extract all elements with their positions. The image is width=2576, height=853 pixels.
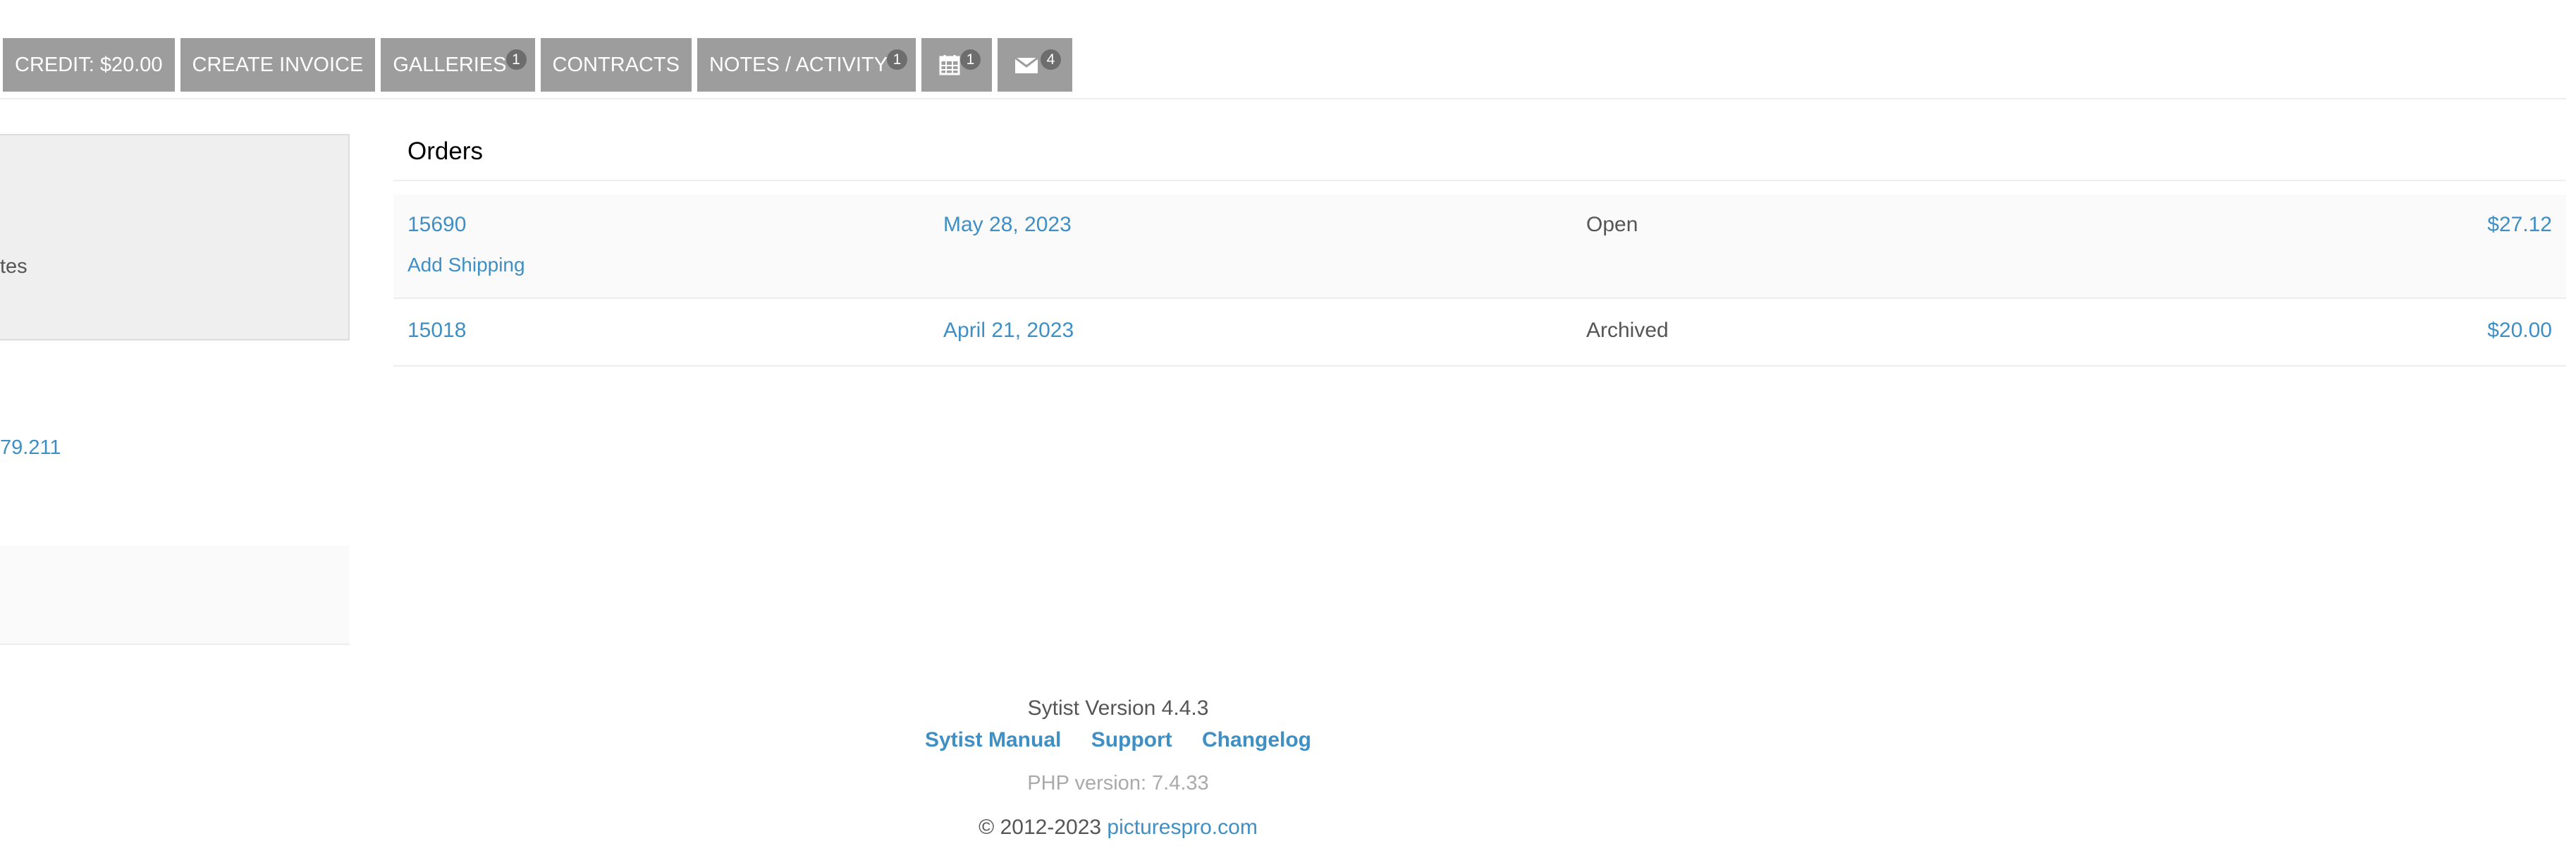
sidebar-panel	[0, 134, 350, 340]
galleries-label: GALLERIES	[393, 53, 507, 76]
order-total-link[interactable]: $20.00	[2487, 319, 2552, 343]
sidebar-panel-text: tes	[0, 255, 27, 278]
mail-icon	[1014, 56, 1038, 73]
order-date-link[interactable]: April 21, 2023	[943, 319, 1074, 343]
orders-heading: Orders	[407, 137, 483, 165]
order-status: Archived	[1586, 319, 1669, 342]
order-id-link[interactable]: 15690	[407, 213, 466, 237]
notes-activity-label: NOTES / ACTIVITY	[709, 53, 888, 76]
mail-count-badge: 4	[1040, 49, 1061, 70]
order-row: 15690 May 28, 2023 Open $27.12 Add Shipp…	[393, 195, 2566, 299]
notes-activity-button[interactable]: NOTES / ACTIVITY 1	[697, 38, 916, 92]
contracts-button[interactable]: CONTRACTS	[540, 38, 692, 92]
order-row: 15018 April 21, 2023 Archived $20.00	[393, 300, 2566, 367]
footer-copyright: © 2012-2023 picturespro.com	[0, 816, 2236, 840]
credit-button[interactable]: CREDIT: $20.00	[3, 38, 175, 92]
copyright-text: © 2012-2023	[979, 816, 1102, 839]
order-date-link[interactable]: May 28, 2023	[943, 213, 1072, 237]
toolbar-divider	[0, 98, 2566, 99]
orders-divider	[393, 180, 2566, 181]
credit-label: CREDIT: $20.00	[15, 53, 163, 76]
mail-button[interactable]: 4	[997, 38, 1072, 92]
site-link[interactable]: picturespro.com	[1107, 816, 1257, 839]
support-link[interactable]: Support	[1091, 728, 1172, 751]
order-status: Open	[1586, 213, 1638, 236]
sidebar-ip-link[interactable]: 79.211	[0, 436, 61, 460]
calendar-icon	[939, 55, 960, 75]
sidebar-panel-secondary	[0, 546, 350, 645]
galleries-button[interactable]: GALLERIES 1	[381, 38, 535, 92]
calendar-count-badge: 1	[959, 49, 981, 70]
galleries-count-badge: 1	[505, 49, 527, 70]
footer-php-version: PHP version: 7.4.33	[1027, 772, 1209, 794]
contracts-label: CONTRACTS	[552, 53, 680, 76]
sytist-manual-link[interactable]: Sytist Manual	[925, 728, 1061, 751]
calendar-button[interactable]: 1	[921, 38, 992, 92]
footer-links: Sytist Manual Support Changelog	[0, 728, 2236, 752]
create-invoice-button[interactable]: CREATE INVOICE	[180, 38, 376, 92]
create-invoice-label: CREATE INVOICE	[192, 53, 364, 76]
order-id-link[interactable]: 15018	[407, 319, 466, 343]
order-total-link[interactable]: $27.12	[2487, 213, 2552, 237]
notes-count-badge: 1	[886, 49, 907, 70]
changelog-link[interactable]: Changelog	[1202, 728, 1311, 751]
add-shipping-link[interactable]: Add Shipping	[407, 254, 525, 276]
toolbar: CREDIT: $20.00 CREATE INVOICE GALLERIES …	[3, 38, 1072, 92]
footer-version: Sytist Version 4.4.3	[1027, 696, 1209, 720]
